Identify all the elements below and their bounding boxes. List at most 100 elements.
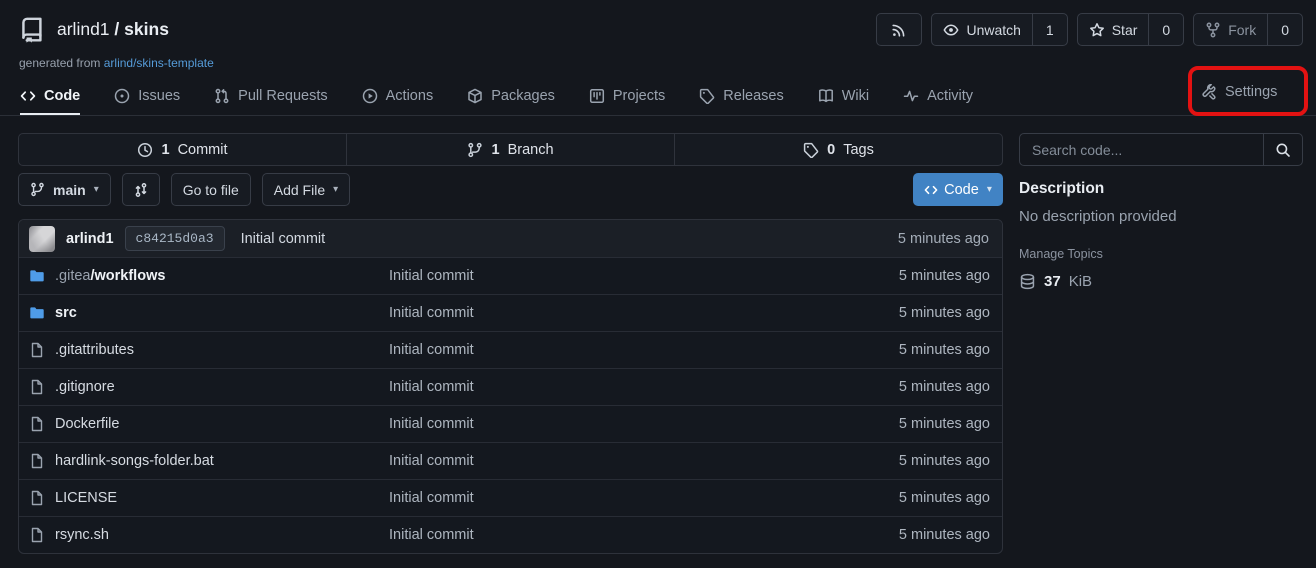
branch-selector[interactable]: main ▾ xyxy=(18,173,111,206)
rss-button[interactable] xyxy=(876,13,922,46)
file-icon xyxy=(29,379,45,395)
manage-topics-link[interactable]: Manage Topics xyxy=(1019,247,1103,261)
template-repo-link[interactable]: arlind/skins-template xyxy=(104,56,214,70)
row-commit-message[interactable]: Initial commit xyxy=(389,268,899,284)
tab-packages[interactable]: Packages xyxy=(467,76,555,115)
file-icon xyxy=(29,527,45,543)
row-time: 5 minutes ago xyxy=(899,342,990,358)
repo-name-link[interactable]: skins xyxy=(124,19,169,39)
tab-pull-requests[interactable]: Pull Requests xyxy=(214,76,327,115)
branches-link[interactable]: 1 Branch xyxy=(346,134,674,165)
description-title: Description xyxy=(1019,180,1104,198)
table-row[interactable]: hardlink-songs-folder.bat Initial commit… xyxy=(19,442,1002,479)
commit-sha-link[interactable]: c84215d0a3 xyxy=(125,226,225,251)
chevron-down-icon: ▾ xyxy=(94,185,99,195)
repo-owner-link[interactable]: arlind1 xyxy=(57,19,110,39)
row-commit-message[interactable]: Initial commit xyxy=(389,342,899,358)
package-icon xyxy=(467,88,483,104)
git-compare-icon xyxy=(133,182,149,198)
row-time: 5 minutes ago xyxy=(899,453,990,469)
row-commit-message[interactable]: Initial commit xyxy=(389,490,899,506)
pulse-icon xyxy=(903,88,919,104)
go-to-file-button[interactable]: Go to file xyxy=(171,173,251,206)
table-row[interactable]: rsync.sh Initial commit 5 minutes ago xyxy=(19,516,1002,553)
file-table: arlind1 c84215d0a3 Initial commit 5 minu… xyxy=(18,219,1003,554)
git-branch-icon xyxy=(30,182,45,197)
fork-count[interactable]: 0 xyxy=(1267,14,1302,45)
compare-branches-button[interactable] xyxy=(122,173,160,206)
table-row[interactable]: src Initial commit 5 minutes ago xyxy=(19,294,1002,331)
file-icon xyxy=(29,342,45,358)
latest-commit-row: arlind1 c84215d0a3 Initial commit 5 minu… xyxy=(19,220,1002,257)
folder-icon xyxy=(29,268,45,284)
code-search-input[interactable] xyxy=(1020,134,1263,165)
commit-message-link[interactable]: Initial commit xyxy=(241,231,326,247)
avatar[interactable] xyxy=(29,226,55,252)
tab-activity[interactable]: Activity xyxy=(903,76,973,115)
table-row[interactable]: .gitignore Initial commit 5 minutes ago xyxy=(19,368,1002,405)
tag-icon xyxy=(699,88,715,104)
row-time: 5 minutes ago xyxy=(899,379,990,395)
row-commit-message[interactable]: Initial commit xyxy=(389,527,899,543)
commit-time: 5 minutes ago xyxy=(898,231,992,247)
project-board-icon xyxy=(589,88,605,104)
row-commit-message[interactable]: Initial commit xyxy=(389,453,899,469)
chevron-down-icon: ▾ xyxy=(333,185,338,195)
watch-count[interactable]: 1 xyxy=(1032,14,1067,45)
tab-issues[interactable]: Issues xyxy=(114,76,180,115)
wrench-icon xyxy=(1201,84,1217,100)
tag-icon xyxy=(803,142,819,158)
tags-link[interactable]: 0 Tags xyxy=(674,134,1002,165)
issue-icon xyxy=(114,88,130,104)
file-toolbar: main ▾ Go to file Add File ▾ xyxy=(18,173,350,206)
rss-icon xyxy=(891,22,907,38)
add-file-button[interactable]: Add File ▾ xyxy=(262,173,350,206)
star-button[interactable]: Star 0 xyxy=(1077,13,1184,46)
fork-button[interactable]: Fork 0 xyxy=(1193,13,1303,46)
folder-icon xyxy=(29,305,45,321)
row-time: 5 minutes ago xyxy=(899,268,990,284)
star-icon xyxy=(1089,22,1105,38)
chevron-down-icon: ▾ xyxy=(987,185,992,195)
file-icon xyxy=(29,453,45,469)
commits-link[interactable]: 1 Commit xyxy=(19,134,346,165)
repo-book-icon xyxy=(18,16,46,44)
clock-history-icon xyxy=(137,142,153,158)
row-commit-message[interactable]: Initial commit xyxy=(389,379,899,395)
file-icon xyxy=(29,416,45,432)
tab-wiki[interactable]: Wiki xyxy=(818,76,869,115)
star-count[interactable]: 0 xyxy=(1148,14,1183,45)
tab-releases[interactable]: Releases xyxy=(699,76,783,115)
fork-icon xyxy=(1205,22,1221,38)
row-commit-message[interactable]: Initial commit xyxy=(389,416,899,432)
table-row[interactable]: LICENSE Initial commit 5 minutes ago xyxy=(19,479,1002,516)
repo-size: 37 KiB xyxy=(1019,273,1092,290)
eye-icon xyxy=(943,22,959,38)
watch-button[interactable]: Unwatch 1 xyxy=(931,13,1067,46)
search-icon xyxy=(1275,142,1291,158)
table-row[interactable]: .gitea/workflows Initial commit 5 minute… xyxy=(19,257,1002,294)
book-icon xyxy=(818,88,834,104)
tab-settings[interactable]: Settings xyxy=(1201,80,1277,104)
tab-actions[interactable]: Actions xyxy=(362,76,434,115)
repo-stats-bar: 1 Commit 1 Branch 0 Tags xyxy=(18,133,1003,166)
row-time: 5 minutes ago xyxy=(899,305,990,321)
code-search-button[interactable] xyxy=(1263,134,1302,165)
pull-request-icon xyxy=(214,88,230,104)
commit-author-link[interactable]: arlind1 xyxy=(66,231,114,247)
file-icon xyxy=(29,490,45,506)
row-commit-message[interactable]: Initial commit xyxy=(389,305,899,321)
row-time: 5 minutes ago xyxy=(899,527,990,543)
table-row[interactable]: Dockerfile Initial commit 5 minutes ago xyxy=(19,405,1002,442)
tab-projects[interactable]: Projects xyxy=(589,76,665,115)
repo-tabbar: Code Issues Pull Requests Actions xyxy=(0,76,1316,116)
description-empty-text: No description provided xyxy=(1019,208,1177,225)
table-row[interactable]: .gitattributes Initial commit 5 minutes … xyxy=(19,331,1002,368)
row-time: 5 minutes ago xyxy=(899,490,990,506)
repo-title: arlind1 / skins xyxy=(57,19,169,40)
code-icon xyxy=(924,183,938,197)
repo-action-buttons: Unwatch 1 Star 0 Fork 0 xyxy=(876,13,1303,46)
code-download-button[interactable]: Code ▾ xyxy=(913,173,1003,206)
row-time: 5 minutes ago xyxy=(899,416,990,432)
tab-code[interactable]: Code xyxy=(20,76,80,115)
